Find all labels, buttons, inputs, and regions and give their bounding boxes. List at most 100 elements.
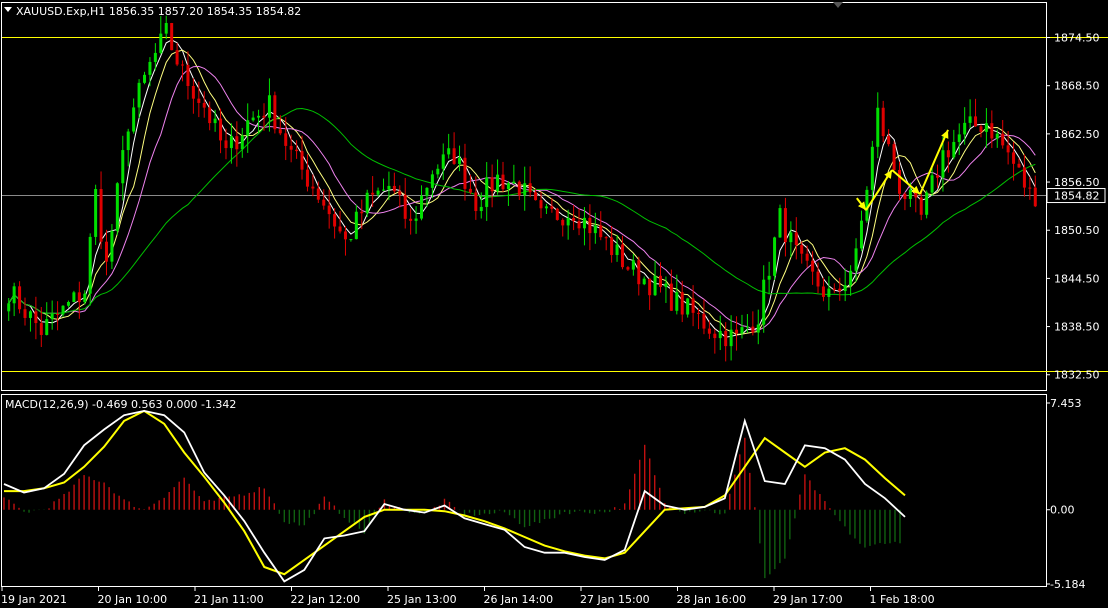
bull-candle: [984, 123, 988, 132]
bear-candle: [892, 144, 896, 170]
price-tick-label: 1832.50: [1054, 369, 1100, 382]
bear-candle: [501, 174, 505, 190]
bull-candle: [365, 192, 369, 214]
bear-candle: [1022, 167, 1026, 188]
bear-candle: [832, 288, 836, 290]
bull-candle: [267, 95, 271, 118]
bear-candle: [398, 191, 402, 195]
bull-candle: [745, 326, 749, 328]
bear-candle: [979, 126, 983, 132]
bull-candle: [376, 190, 380, 195]
bull-candle: [28, 311, 32, 318]
bear-candle: [463, 157, 467, 189]
bull-candle: [859, 220, 863, 249]
bear-candle: [1006, 145, 1010, 153]
bull-candle: [952, 141, 956, 158]
price-tick-label: 1862.50: [1054, 128, 1100, 141]
bear-candle: [197, 98, 201, 103]
bear-candle: [936, 175, 940, 178]
bear-candle: [903, 193, 907, 199]
bear-candle: [713, 333, 717, 339]
bear-candle: [572, 217, 576, 222]
trading-chart[interactable]: 1854.82 1874.50 1868.50 1862.50 1856.50 1850…: [0, 0, 1108, 608]
bull-candle: [61, 305, 65, 315]
bull-candle: [164, 23, 168, 34]
bull-candle: [631, 260, 635, 270]
bull-candle: [349, 239, 353, 241]
bear-candle: [235, 136, 239, 150]
bull-candle: [968, 116, 972, 123]
bull-candle: [941, 150, 945, 178]
bull-candle: [615, 244, 619, 256]
bull-candle: [479, 206, 483, 212]
bull-candle: [132, 107, 136, 132]
bear-candle: [23, 309, 27, 318]
time-tick-label: 1 Feb 18:00: [870, 593, 935, 606]
bear-candle: [659, 275, 663, 287]
bull-candle: [908, 189, 912, 199]
bear-candle: [39, 323, 43, 335]
bear-candle: [18, 286, 22, 310]
bull-candle: [740, 327, 744, 334]
bull-candle: [773, 237, 777, 276]
bull-candle: [642, 278, 646, 285]
bear-candle: [707, 328, 711, 334]
bear-candle: [170, 23, 174, 51]
bull-candle: [729, 329, 733, 347]
bull-candle: [686, 298, 690, 315]
bear-candle: [1001, 133, 1005, 146]
bear-candle: [680, 292, 684, 315]
bull-candle: [115, 183, 119, 232]
time-tick-label: 21 Jan 11:00: [194, 593, 264, 606]
bull-candle: [756, 324, 760, 333]
bull-candle: [414, 218, 418, 221]
bull-candle: [870, 146, 874, 190]
bear-candle: [295, 149, 299, 152]
bear-candle: [322, 199, 326, 206]
bear-candle: [550, 206, 554, 209]
bull-candle: [387, 185, 391, 190]
price-tick-label: 1868.50: [1054, 80, 1100, 93]
time-tick-label: 28 Jan 16:00: [677, 593, 747, 606]
bear-candle: [751, 326, 755, 333]
bull-candle: [827, 288, 831, 297]
bull-candle: [593, 225, 597, 234]
bear-candle: [561, 219, 565, 226]
bull-candle: [441, 154, 445, 169]
price-tick-label: 1850.50: [1054, 224, 1100, 237]
bear-candle: [577, 221, 581, 229]
time-tick-label: 20 Jan 10:00: [98, 593, 168, 606]
bear-candle: [333, 214, 337, 227]
time-tick-label: 25 Jan 13:00: [387, 593, 457, 606]
price-panel-title: XAUUSD.Exp,H1 1856.35 1857.20 1854.35 18…: [16, 5, 301, 18]
bull-candle: [995, 133, 999, 139]
bear-candle: [838, 288, 842, 292]
bear-candle: [202, 102, 206, 108]
bear-candle: [311, 186, 315, 189]
bull-candle: [159, 33, 163, 53]
bear-candle: [224, 140, 228, 149]
bull-candle: [153, 52, 157, 62]
bull-candle: [83, 293, 87, 303]
bull-candle: [420, 195, 424, 219]
bear-candle: [343, 231, 347, 240]
bear-candle: [805, 253, 809, 261]
bull-candle: [143, 74, 147, 83]
bull-candle: [126, 131, 130, 151]
bull-candle: [88, 236, 92, 294]
bull-candle: [148, 61, 152, 75]
bear-candle: [534, 192, 538, 201]
bear-candle: [403, 194, 407, 219]
bear-candle: [468, 188, 472, 193]
bear-candle: [919, 197, 923, 215]
bear-candle: [305, 169, 309, 187]
bull-candle: [523, 183, 527, 196]
bear-candle: [816, 271, 820, 287]
bull-candle: [447, 148, 451, 155]
bear-candle: [181, 64, 185, 66]
macd-tick-label: 7.453: [1050, 397, 1082, 410]
bear-candle: [555, 208, 559, 220]
bull-candle: [430, 174, 434, 188]
bull-candle: [566, 217, 570, 226]
time-tick-label: 19 Jan 2021: [1, 593, 67, 606]
